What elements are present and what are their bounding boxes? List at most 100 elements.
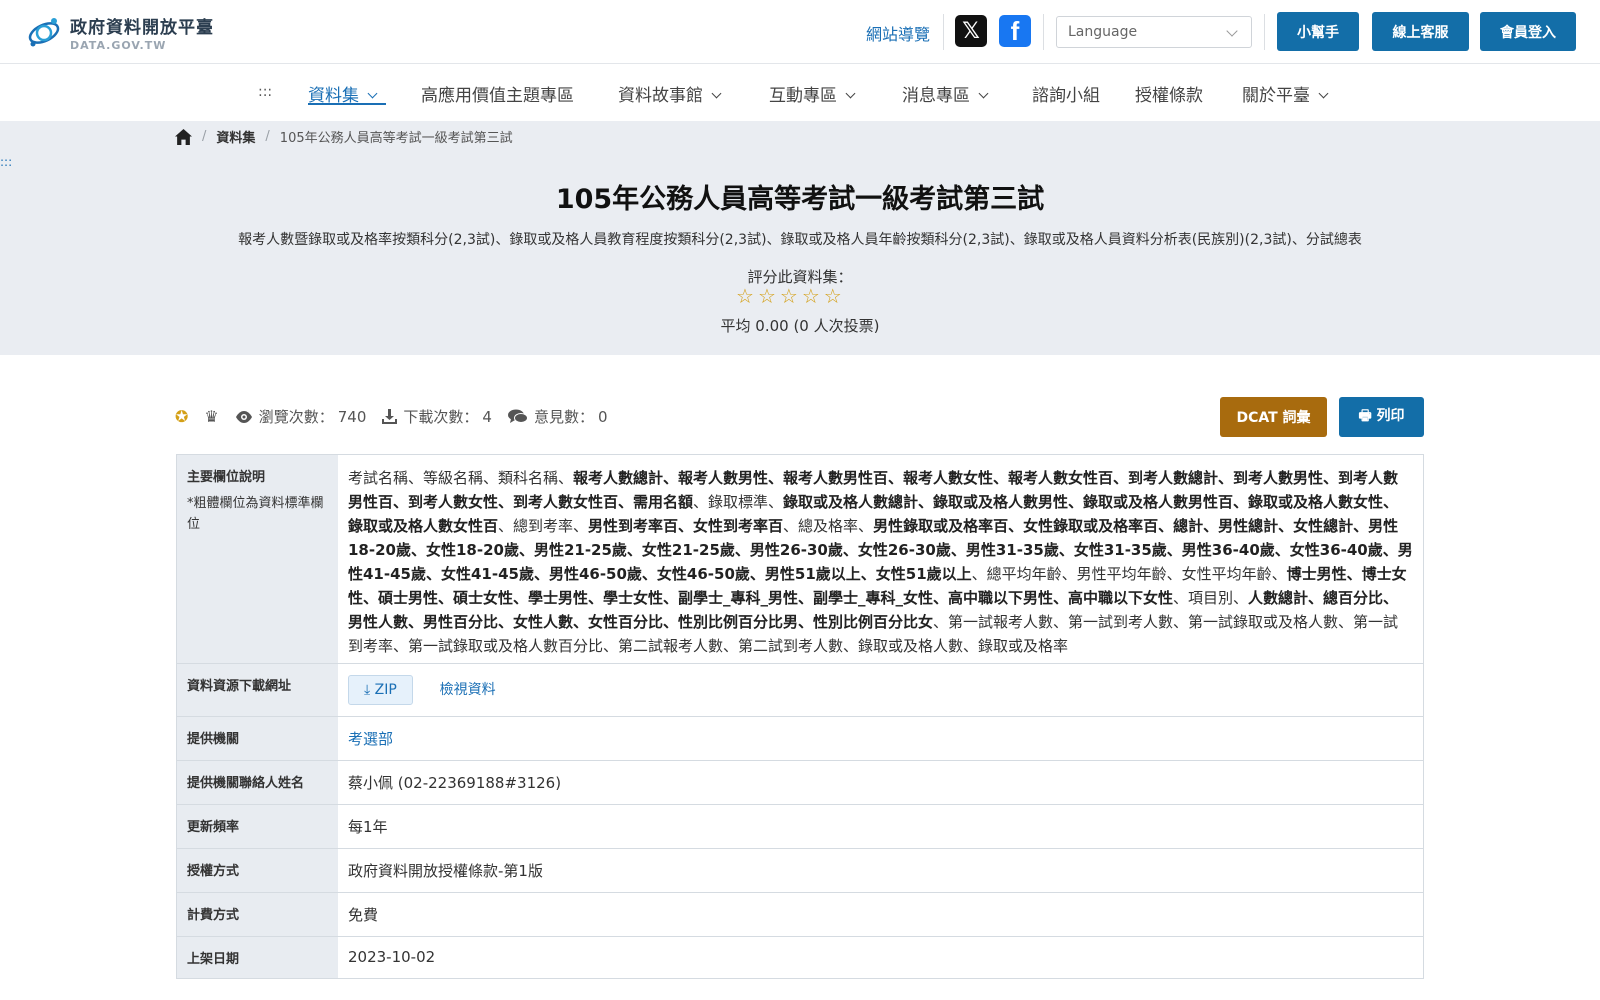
- star-icon[interactable]: ☆: [780, 286, 798, 306]
- member-login-button[interactable]: 會員登入: [1480, 12, 1576, 51]
- nav-item-label: 高應用價值主題專區: [421, 86, 574, 106]
- fields-description: 考試名稱、等級名稱、類科名稱、報考人數總計、報考人數男性、報考人數男性百、報考人…: [338, 455, 1423, 663]
- nav-item-advisory[interactable]: 諮詢小組: [1032, 81, 1100, 106]
- nav-item-label: 資料故事館: [618, 86, 703, 106]
- fee-value: 免費: [348, 906, 379, 924]
- x-twitter-icon[interactable]: 𝕏: [955, 15, 987, 47]
- field-run: 考試名稱、等級名稱、類科名稱、: [348, 469, 574, 487]
- nav-item-interactive[interactable]: 互動專區: [769, 81, 856, 106]
- standard-field-run: 男性到考率百、女性到考率百: [588, 517, 784, 535]
- dataset-hero: ::: / 資料集 / 105年公務人員高等考試一級考試第三試 105年公務人員…: [0, 121, 1600, 355]
- field-run: 、總平均年齡、男性平均年齡、女性平均年齡、: [971, 565, 1287, 583]
- eye-icon: [235, 410, 252, 423]
- home-icon[interactable]: [175, 128, 192, 145]
- header-divider: [1043, 14, 1044, 50]
- chevron-down-icon: [978, 88, 989, 99]
- row-label: 計費方式: [177, 893, 338, 936]
- breadcrumb: / 資料集 / 105年公務人員高等考試一級考試第三試: [175, 127, 513, 146]
- sitemap-link[interactable]: 網站導覽: [866, 21, 930, 45]
- download-icon: [382, 409, 398, 424]
- accesskey-anchor[interactable]: :::: [258, 84, 272, 100]
- nav-item-stories[interactable]: 資料故事館: [618, 81, 722, 106]
- main-nav: ::: 資料集 高應用價值主題專區 資料故事館 互動專區 消息專區 諮詢小組 授…: [0, 64, 1600, 121]
- accesskey-anchor[interactable]: :::: [0, 155, 12, 169]
- print-button[interactable]: 🖶 列印: [1339, 397, 1424, 437]
- zip-download-button[interactable]: ⤓ ZIP: [348, 675, 413, 705]
- nav-item-label: 關於平臺: [1242, 86, 1310, 106]
- award-badge-icon: ✪: [175, 407, 189, 426]
- chevron-down-icon: [711, 88, 722, 99]
- field-run: 、總到考率、: [498, 517, 589, 535]
- views-count: 740: [337, 407, 367, 426]
- site-logo[interactable]: 政府資料開放平臺 DATA.GOV.TW: [24, 12, 214, 52]
- star-icon[interactable]: ☆: [736, 286, 754, 306]
- comments-icon: [507, 409, 528, 423]
- fields-label: 主要欄位說明: [187, 470, 266, 485]
- printer-icon: 🖶: [1358, 408, 1377, 424]
- field-run: 、錄取標準、: [693, 493, 784, 511]
- chevron-down-icon: [845, 88, 856, 99]
- table-row: 提供機關 考選部: [177, 717, 1423, 761]
- breadcrumb-separator: /: [202, 129, 207, 144]
- dcat-vocabulary-button[interactable]: DCAT 詞彙: [1220, 397, 1327, 437]
- rate-label: 評分此資料集：: [747, 268, 853, 286]
- table-row: 上架日期 2023-10-02: [177, 937, 1423, 979]
- star-icon[interactable]: ☆: [824, 286, 842, 306]
- crown-icon: ♛: [204, 407, 219, 426]
- nav-item-license[interactable]: 授權條款: [1135, 81, 1203, 106]
- logo-icon: [28, 18, 60, 47]
- downloads-label: 下載次數：: [403, 408, 479, 426]
- logo-title: 政府資料開放平臺: [70, 17, 214, 38]
- breadcrumb-datasets[interactable]: 資料集: [216, 127, 255, 146]
- breadcrumb-current: 105年公務人員高等考試一級考試第三試: [279, 131, 513, 146]
- nav-item-high-value[interactable]: 高應用價值主題專區: [421, 81, 574, 106]
- zip-label: ZIP: [374, 682, 397, 698]
- nav-item-news[interactable]: 消息專區: [902, 81, 989, 106]
- view-data-link[interactable]: 檢視資料: [440, 682, 496, 698]
- table-row: 更新頻率 每1年: [177, 805, 1423, 849]
- row-label: 上架日期: [177, 937, 338, 978]
- dataset-description: 報考人數暨錄取或及格率按類科分(2,3試)、錄取或及格人員教育程度按類科分(2,…: [238, 232, 1362, 248]
- nav-item-label: 消息專區: [902, 86, 970, 106]
- publish-date-value: 2023-10-02: [348, 948, 436, 966]
- facebook-icon[interactable]: f: [999, 15, 1031, 47]
- dataset-stats: ✪ ♛ 瀏覽次數： 740 下載次數： 4 意見數： 0: [175, 406, 608, 427]
- table-row: 計費方式 免費: [177, 893, 1423, 937]
- header-divider: [943, 14, 944, 50]
- provider-org-link[interactable]: 考選部: [348, 730, 393, 748]
- nav-item-label: 互動專區: [769, 86, 837, 106]
- contact-value: 蔡小佩 (02-22369188#3126): [348, 774, 562, 792]
- star-icon[interactable]: ☆: [802, 286, 820, 306]
- comments-count: 0: [597, 407, 608, 426]
- dataset-metadata-table: 主要欄位說明 *粗體欄位為資料標準欄位 考試名稱、等級名稱、類科名稱、報考人數總…: [176, 454, 1424, 979]
- page-title: 105年公務人員高等考試一級考試第三試: [555, 184, 1045, 215]
- download-icon: ⤓: [364, 682, 375, 698]
- helper-button[interactable]: 小幫手: [1277, 12, 1359, 51]
- rating-stars: ☆ ☆ ☆ ☆ ☆: [736, 286, 842, 306]
- row-label: 資料資源下載網址: [177, 664, 338, 716]
- online-service-button[interactable]: 線上客服: [1372, 12, 1469, 51]
- field-run: 、項目別、: [1173, 589, 1249, 607]
- language-select[interactable]: Language: [1056, 16, 1252, 48]
- breadcrumb-separator: /: [265, 129, 270, 144]
- logo-subtitle: DATA.GOV.TW: [70, 38, 167, 52]
- star-icon[interactable]: ☆: [758, 286, 776, 306]
- print-label: 列印: [1376, 408, 1405, 424]
- chevron-down-icon: [367, 88, 378, 99]
- nav-active-indicator: [308, 103, 386, 105]
- downloads-count: 4: [482, 407, 492, 426]
- nav-item-label: 諮詢小組: [1032, 86, 1100, 106]
- row-label: 更新頻率: [177, 805, 338, 848]
- fields-note: *粗體欄位為資料標準欄位: [187, 496, 324, 532]
- table-row: 授權方式 政府資料開放授權條款-第1版: [177, 849, 1423, 893]
- header-divider: [1264, 14, 1265, 50]
- license-value: 政府資料開放授權條款-第1版: [348, 862, 543, 880]
- chevron-down-icon: [1318, 88, 1329, 99]
- update-frequency-value: 每1年: [348, 818, 388, 836]
- row-label: 主要欄位說明 *粗體欄位為資料標準欄位: [177, 455, 338, 663]
- field-run: 、總及格率、: [783, 517, 874, 535]
- comments-label: 意見數：: [533, 408, 594, 426]
- row-label: 提供機關: [177, 717, 338, 760]
- nav-item-about[interactable]: 關於平臺: [1242, 81, 1329, 106]
- top-header: 政府資料開放平臺 DATA.GOV.TW 網站導覽 𝕏 f Language 小…: [0, 0, 1600, 64]
